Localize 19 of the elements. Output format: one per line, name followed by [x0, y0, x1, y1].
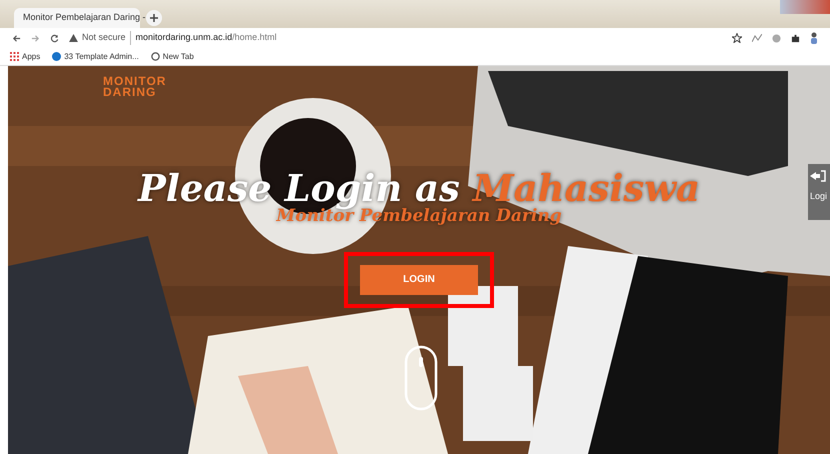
apps-grid-icon [10, 52, 19, 61]
scroll-mouse-icon[interactable] [404, 345, 438, 411]
bookmark-link[interactable]: New Tab [150, 50, 194, 62]
back-icon[interactable] [12, 34, 21, 42]
plus-icon[interactable] [146, 10, 162, 26]
login-icon [810, 170, 826, 182]
site-icon [52, 52, 62, 61]
bookmark-link[interactable]: 33 Template Admin... [52, 50, 139, 62]
profile-icon[interactable] [810, 32, 818, 44]
url-field[interactable]: monitordaring.unm.ac.id/home.html [130, 31, 277, 45]
side-tab-label: Logi [810, 190, 828, 203]
security-label[interactable]: Not secure [82, 31, 126, 45]
tab-title: Monitor Pembelajaran Daring - [23, 11, 146, 24]
globe-icon [150, 52, 160, 61]
warning-icon[interactable] [69, 34, 78, 42]
reload-icon[interactable] [50, 34, 59, 42]
star-icon[interactable] [732, 33, 742, 43]
bookmark-link[interactable]: Apps [10, 50, 40, 62]
side-login-tab[interactable]: Logi [808, 164, 830, 220]
